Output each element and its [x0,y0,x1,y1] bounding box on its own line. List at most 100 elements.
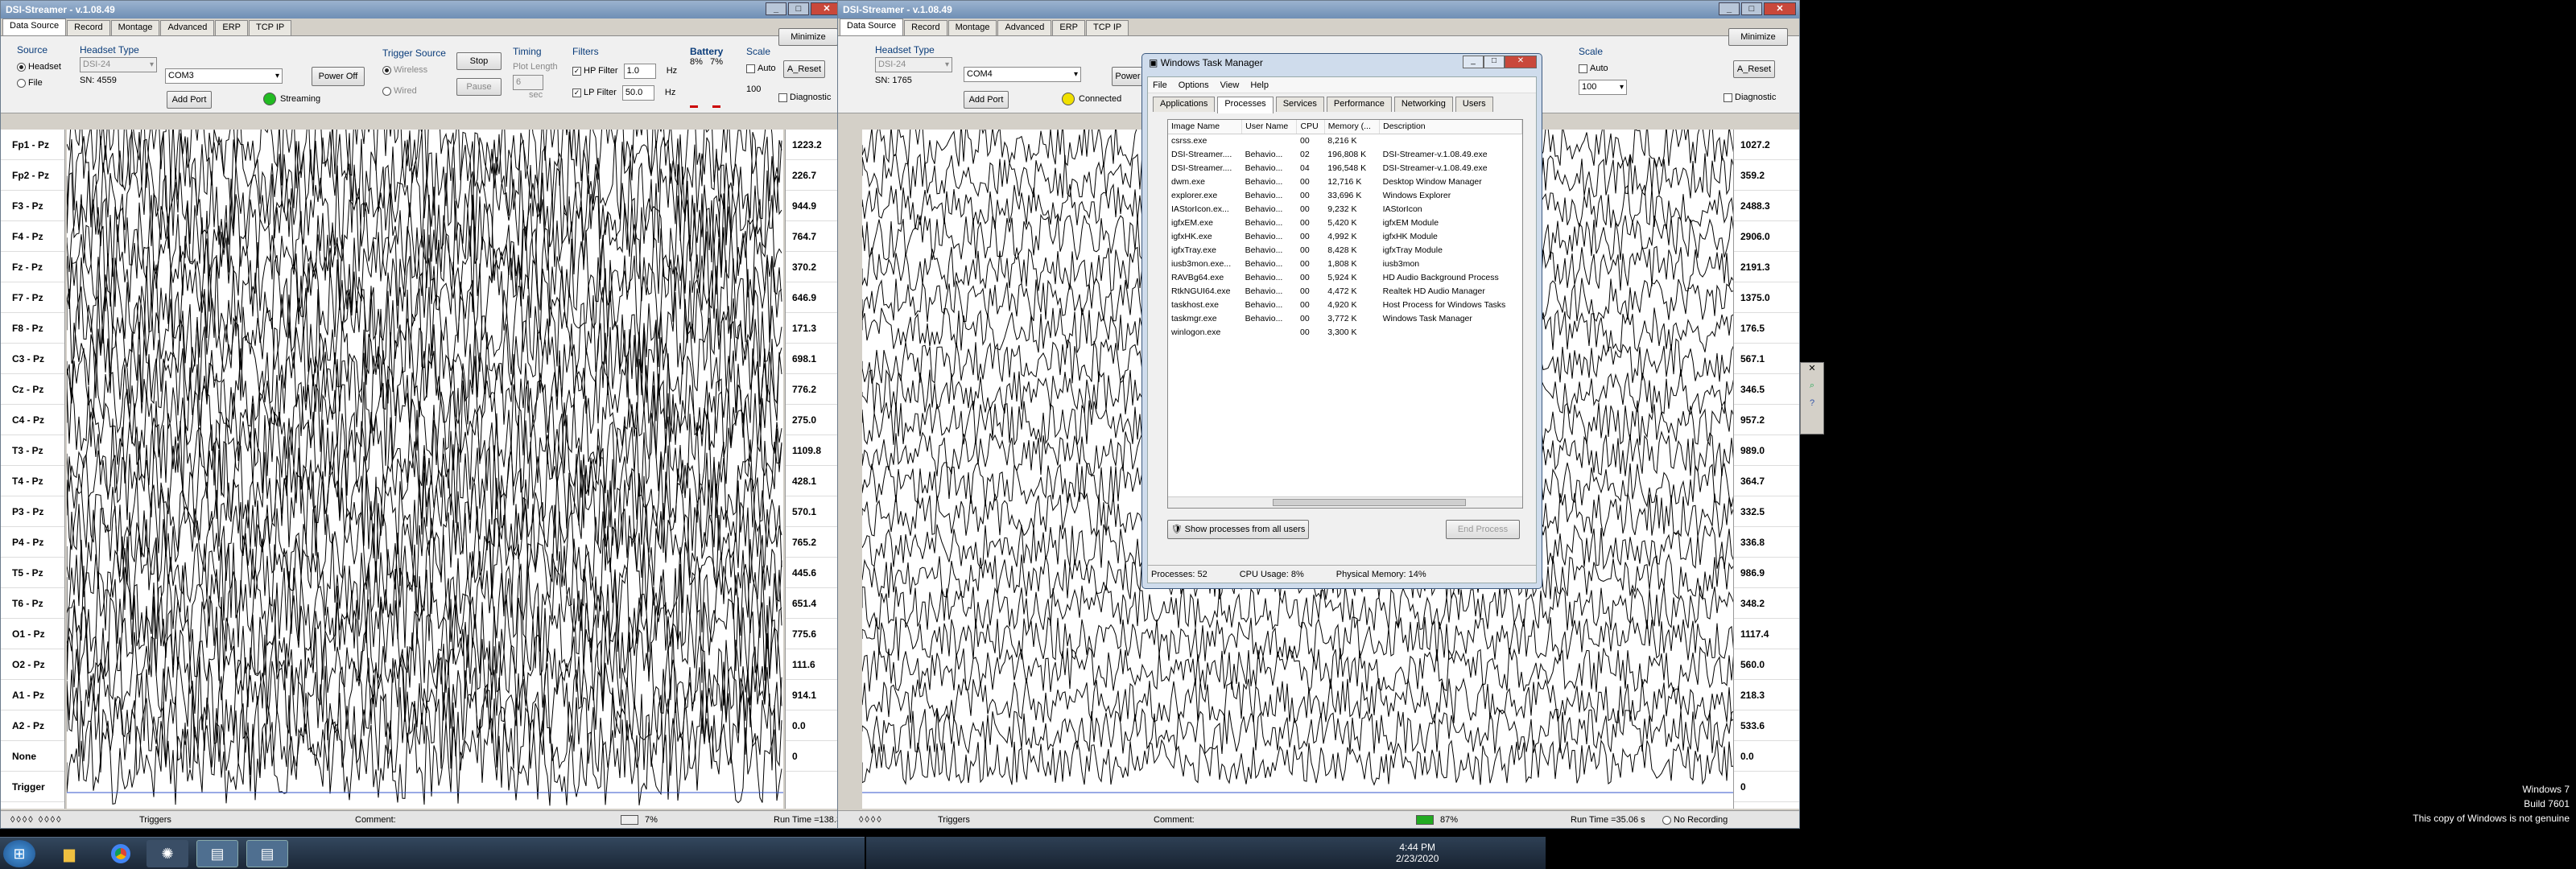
dsi-streamer-icon[interactable]: ▤ [196,840,238,867]
scrollbar-thumb[interactable] [1273,499,1466,506]
menu-view[interactable]: View [1220,80,1240,90]
auto-scale-checkbox[interactable] [746,64,755,73]
process-row[interactable]: igfxTray.exe Behavio... 00 8,428 K igfxTray … [1168,243,1522,257]
process-row[interactable]: igfxHK.exe Behavio... 00 4,992 K igfxHK Modu… [1168,229,1522,243]
tab-services[interactable]: Services [1275,97,1324,112]
minimize-window-button[interactable]: _ [1719,2,1740,15]
tab-performance[interactable]: Performance [1326,97,1392,112]
start-orb-icon[interactable]: ⊞ [3,840,35,867]
tab-networking[interactable]: Networking [1393,97,1453,112]
tab-montage[interactable]: Montage [110,20,160,35]
close-icon[interactable]: ✕ [1801,363,1823,381]
process-row[interactable]: igfxEM.exe Behavio... 00 5,420 K igfxEM Modu… [1168,216,1522,229]
file-radio[interactable] [17,78,26,88]
tab-processes[interactable]: Processes [1217,97,1274,113]
power-off-button[interactable]: Power Off [312,67,365,86]
process-row[interactable]: DSI-Streamer.... Behavio... 02 196,808 K DSI… [1168,147,1522,161]
a-reset-button[interactable]: A_Reset [1733,60,1775,78]
wireless-radio[interactable] [382,65,391,75]
system-clock[interactable]: 4:44 PM 2/23/2020 [1396,842,1439,864]
com-port-select[interactable]: COM3 [165,68,283,84]
menu-file[interactable]: File [1153,80,1167,90]
tab-data-source[interactable]: Data Source [2,19,67,35]
tm-close-button[interactable]: ✕ [1505,56,1537,68]
help-icon[interactable]: ? [1801,398,1823,416]
tab-erp[interactable]: ERP [1052,20,1085,35]
column-header[interactable]: User Name [1241,120,1298,134]
close-window-button[interactable]: ✕ [1764,2,1796,15]
column-header[interactable]: CPU [1296,120,1325,134]
end-process-button[interactable]: End Process [1446,520,1520,539]
hp-filter-input[interactable]: 1.0 [623,64,656,79]
headset-radio[interactable] [17,62,26,72]
tab-advanced[interactable]: Advanced [160,20,215,35]
scale-select[interactable]: 100 [1579,80,1627,95]
tab-advanced[interactable]: Advanced [997,20,1052,35]
lp-filter-input[interactable]: 50.0 [621,85,654,101]
process-cell: taskhost.exe [1171,299,1219,310]
hp-filter-checkbox[interactable]: ✓ [572,66,581,76]
wired-radio[interactable] [382,86,391,96]
column-header[interactable]: Description [1379,120,1522,134]
tab-tcp-ip[interactable]: TCP IP [249,20,292,35]
column-header[interactable]: Image Name [1168,120,1243,134]
tm-minimize-button[interactable]: _ [1463,56,1484,68]
process-row[interactable]: RAVBg64.exe Behavio... 00 5,924 K HD Audio B… [1168,270,1522,284]
main-tabs: Data Source Record Montage Advanced ERP … [1,19,846,36]
process-row[interactable]: csrss.exe 00 8,216 K [1168,134,1522,147]
tab-record[interactable]: Record [904,20,947,35]
process-row[interactable]: DSI-Streamer.... Behavio... 04 196,548 K DSI… [1168,161,1522,175]
process-row[interactable]: IAStorIcon.ex... Behavio... 00 9,232 K IASto… [1168,202,1522,216]
process-row[interactable]: RtkNGUI64.exe Behavio... 00 4,472 K Realtek … [1168,284,1522,298]
tm-maximize-button[interactable]: □ [1484,56,1505,68]
maximize-window-button[interactable]: □ [788,2,809,15]
show-all-processes-button[interactable]: 🛡 Show processes from all users [1167,520,1309,539]
folder-icon[interactable]: ▆ [48,840,90,867]
pause-button[interactable]: Pause [456,78,502,96]
chrome-icon[interactable] [100,840,142,867]
tab-data-source[interactable]: Data Source [840,19,904,35]
clock-time: 4:44 PM [1399,842,1436,853]
process-row[interactable]: explorer.exe Behavio... 00 33,696 K Windows … [1168,188,1522,202]
headset-type-heading: Headset Type [875,44,935,56]
process-row[interactable]: dwm.exe Behavio... 00 12,716 K Desktop Windo… [1168,175,1522,188]
a-reset-button[interactable]: A_Reset [783,60,825,78]
tab-tcp-ip[interactable]: TCP IP [1086,20,1129,35]
com-port-select[interactable]: COM4 [964,67,1081,82]
process-row[interactable]: taskhost.exe Behavio... 00 4,920 K Host Proc… [1168,298,1522,311]
tab-montage[interactable]: Montage [947,20,997,35]
menu-help[interactable]: Help [1250,80,1269,90]
tab-users[interactable]: Users [1455,97,1493,112]
power-button[interactable]: Power [1112,67,1144,86]
app-icon[interactable]: ✺ [147,840,188,867]
add-port-button[interactable]: Add Port [964,91,1009,109]
minimize-window-button[interactable]: _ [766,2,786,15]
diagnostic-checkbox[interactable] [1724,93,1732,102]
menu-options[interactable]: Options [1179,80,1209,90]
add-port-button[interactable]: Add Port [167,91,212,109]
process-row[interactable]: iusb3mon.exe... Behavio... 00 1,808 K iusb3m… [1168,257,1522,270]
minimize-button[interactable]: Minimize [1728,28,1788,46]
process-cell: Behavio... [1245,299,1283,310]
auto-scale-checkbox[interactable] [1579,64,1587,73]
plot-length-input[interactable]: 6 [513,75,543,90]
process-row[interactable]: taskmgr.exe Behavio... 00 3,772 K Windows Ta… [1168,311,1522,325]
dsi-streamer-icon-2[interactable]: ▤ [246,840,288,867]
search-icon[interactable]: ⌕ [1801,381,1823,398]
process-row[interactable]: winlogon.exe 00 3,300 K [1168,325,1522,339]
maximize-window-button[interactable]: □ [1741,2,1762,15]
headset-type-select[interactable]: DSI-24 [875,57,952,72]
headset-type-select[interactable]: DSI-24 [80,57,157,72]
minimize-button[interactable]: Minimize [778,28,838,46]
lp-filter-label: LP Filter [584,88,617,97]
horizontal-scrollbar[interactable] [1168,496,1522,508]
tab-applications[interactable]: Applications [1153,97,1216,112]
process-list[interactable]: Image Name User Name CPU Memory (... Descrip… [1167,119,1523,509]
stop-button[interactable]: Stop [456,52,502,70]
scale-value[interactable]: 100 [746,84,776,94]
tab-erp[interactable]: ERP [215,20,248,35]
diagnostic-checkbox[interactable] [778,93,787,102]
lp-filter-checkbox[interactable]: ✓ [572,88,581,97]
tab-record[interactable]: Record [67,20,110,35]
column-header[interactable]: Memory (... [1324,120,1381,134]
